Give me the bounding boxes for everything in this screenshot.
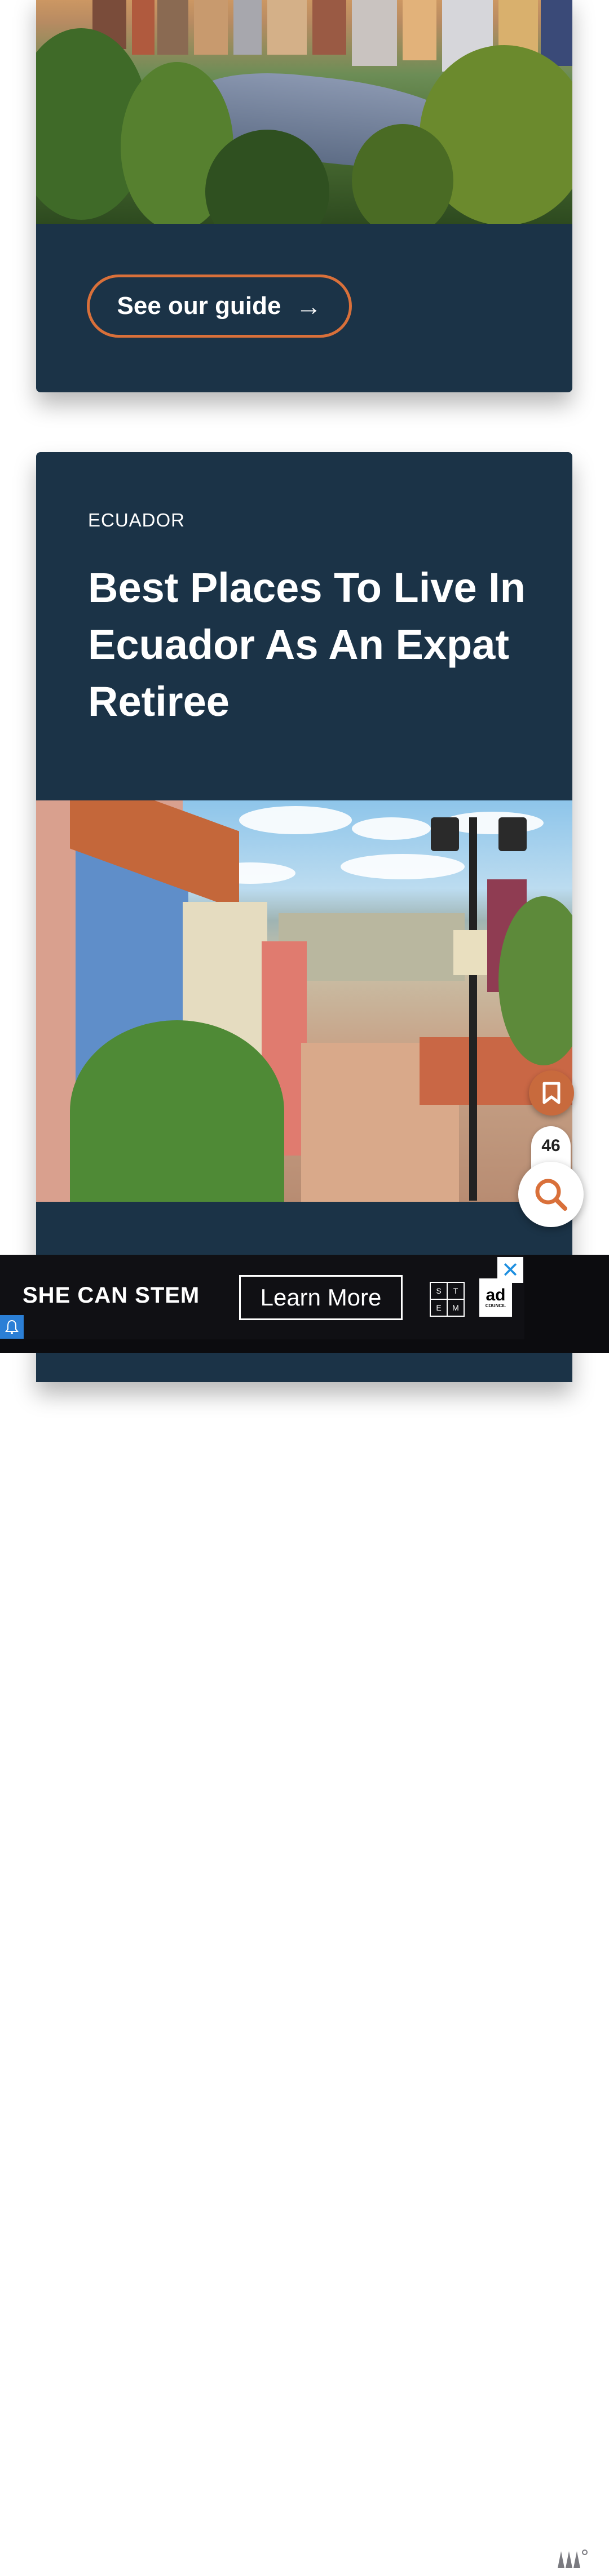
- bookmark-button[interactable]: [529, 1070, 574, 1116]
- ad-council-sub: COUNCIL: [485, 1303, 506, 1308]
- ad-council-logo: ad COUNCIL: [479, 1278, 512, 1317]
- city-skyline-image: [36, 0, 572, 224]
- article-card-guide[interactable]: See our guide →: [36, 0, 572, 392]
- guide-button-label: See our guide: [117, 292, 281, 320]
- stem-letter: S: [430, 1282, 447, 1299]
- search-button[interactable]: [518, 1162, 584, 1227]
- see-our-guide-button[interactable]: See our guide →: [87, 275, 352, 338]
- ad-close-button[interactable]: ✕: [497, 1257, 523, 1283]
- ad-network-logo-icon: [555, 2548, 589, 2576]
- stem-letter: M: [447, 1299, 464, 1316]
- guayaquil-street-image: [36, 800, 572, 1202]
- ad-headline: SHE CAN STEM: [23, 1283, 200, 1308]
- notification-bell-icon[interactable]: [0, 1315, 24, 1339]
- category-label[interactable]: ECUADOR: [88, 510, 185, 531]
- stem-logo: S T E M: [430, 1282, 465, 1317]
- search-icon: [535, 1179, 567, 1211]
- ad-learn-more-button[interactable]: Learn More: [239, 1275, 403, 1320]
- bookmark-icon: [542, 1082, 561, 1104]
- stem-letter: E: [430, 1299, 447, 1316]
- article-title[interactable]: Best Places To Live In Ecuador As An Exp…: [88, 559, 539, 730]
- stem-letter: T: [447, 1282, 464, 1299]
- article-card-ecuador[interactable]: ECUADOR Best Places To Live In Ecuador A…: [36, 452, 572, 1382]
- arrow-right-icon: →: [295, 291, 322, 321]
- ad-council-mark: ad: [486, 1286, 506, 1304]
- ad-creative[interactable]: SHE CAN STEM Learn More S T E M ad COUNC…: [0, 1255, 524, 1339]
